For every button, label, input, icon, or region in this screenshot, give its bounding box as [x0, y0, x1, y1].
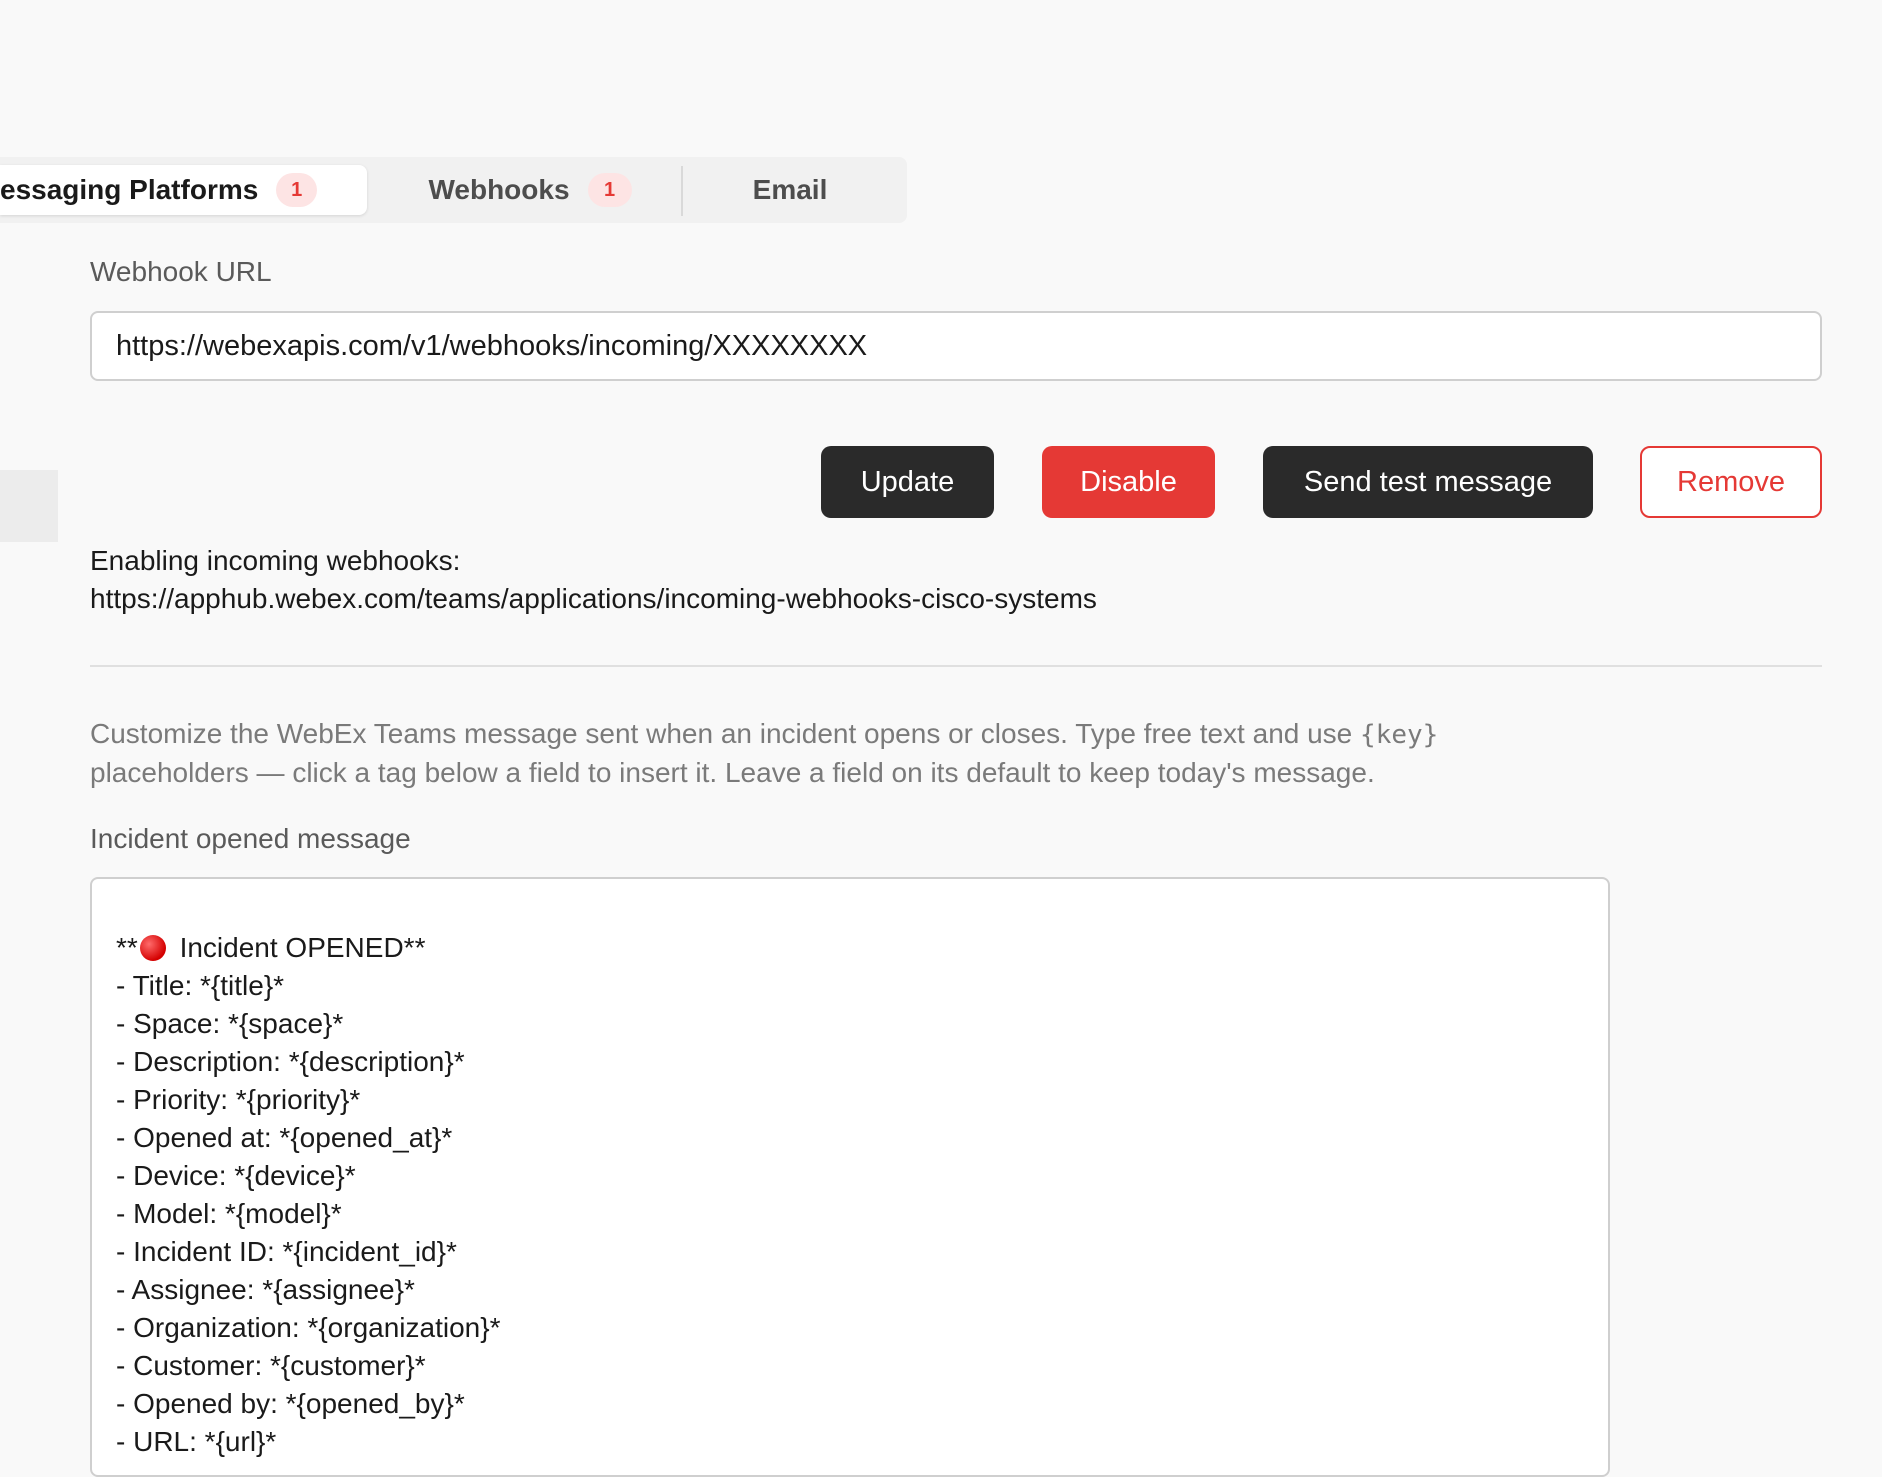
message-line: - Customer: *{customer}* — [116, 1350, 426, 1381]
message-line: - Opened by: *{opened_by}* — [116, 1388, 465, 1419]
update-button[interactable]: Update — [821, 446, 994, 518]
heading-text: Incident OPENED** — [171, 932, 426, 963]
send-test-message-button[interactable]: Send test message — [1263, 446, 1593, 518]
help-text-part1: Customize the WebEx Teams message sent w… — [90, 718, 1361, 749]
incident-opened-message-label: Incident opened message — [90, 823, 411, 854]
customize-help-text: Customize the WebEx Teams message sent w… — [90, 715, 1590, 792]
help-text-part2: placeholders — click a tag below a field… — [90, 757, 1375, 788]
info-line-heading: Enabling incoming webhooks: — [90, 545, 461, 576]
remove-button[interactable]: Remove — [1640, 446, 1822, 518]
message-line: - Description: *{description}* — [116, 1046, 465, 1077]
tab-divider — [681, 166, 683, 216]
tab-label: essaging Platforms — [0, 174, 259, 205]
message-line: - Organization: *{organization}* — [116, 1312, 501, 1343]
tab-webhooks[interactable]: Webhooks 1 — [400, 165, 660, 215]
incoming-webhooks-info: Enabling incoming webhooks: https://apph… — [90, 542, 1097, 618]
tab-label: Email — [752, 174, 828, 205]
section-divider — [90, 665, 1822, 667]
red-circle-icon — [139, 935, 166, 961]
message-line: - Title: *{title}* — [116, 970, 285, 1001]
message-line: - Model: *{model}* — [116, 1198, 342, 1229]
tab-email[interactable]: Email — [700, 165, 880, 215]
webhook-url-label: Webhook URL — [90, 256, 272, 287]
message-line: - Priority: *{priority}* — [116, 1084, 361, 1115]
message-line: - Space: *{space}* — [116, 1008, 344, 1039]
tab-label: Webhooks — [428, 174, 570, 205]
tab-bar: essaging Platforms 1 Webhooks 1 Email — [0, 157, 907, 223]
message-line: - Opened at: *{opened_at}* — [116, 1122, 453, 1153]
heading-prefix: ** — [116, 932, 138, 963]
webhook-url-input[interactable] — [90, 311, 1822, 381]
message-line: - Device: *{device}* — [116, 1160, 356, 1191]
message-line: - URL: *{url}* — [116, 1426, 277, 1457]
disable-button[interactable]: Disable — [1042, 446, 1215, 518]
tab-count-badge: 1 — [276, 173, 317, 207]
message-line: - Incident ID: *{incident_id}* — [116, 1236, 457, 1267]
info-line-url: https://apphub.webex.com/teams/applicati… — [90, 583, 1097, 614]
help-key-placeholder: {key} — [1360, 720, 1439, 750]
incident-opened-message-textarea[interactable]: ** Incident OPENED** - Title: *{title}* - … — [90, 877, 1610, 1477]
sidebar-edge — [0, 470, 58, 542]
tab-count-badge: 1 — [587, 173, 632, 207]
message-heading-line: ** Incident OPENED** — [116, 929, 1584, 967]
message-line: - Assignee: *{assignee}* — [116, 1274, 415, 1305]
tab-messaging-platforms[interactable]: essaging Platforms 1 — [0, 165, 367, 215]
